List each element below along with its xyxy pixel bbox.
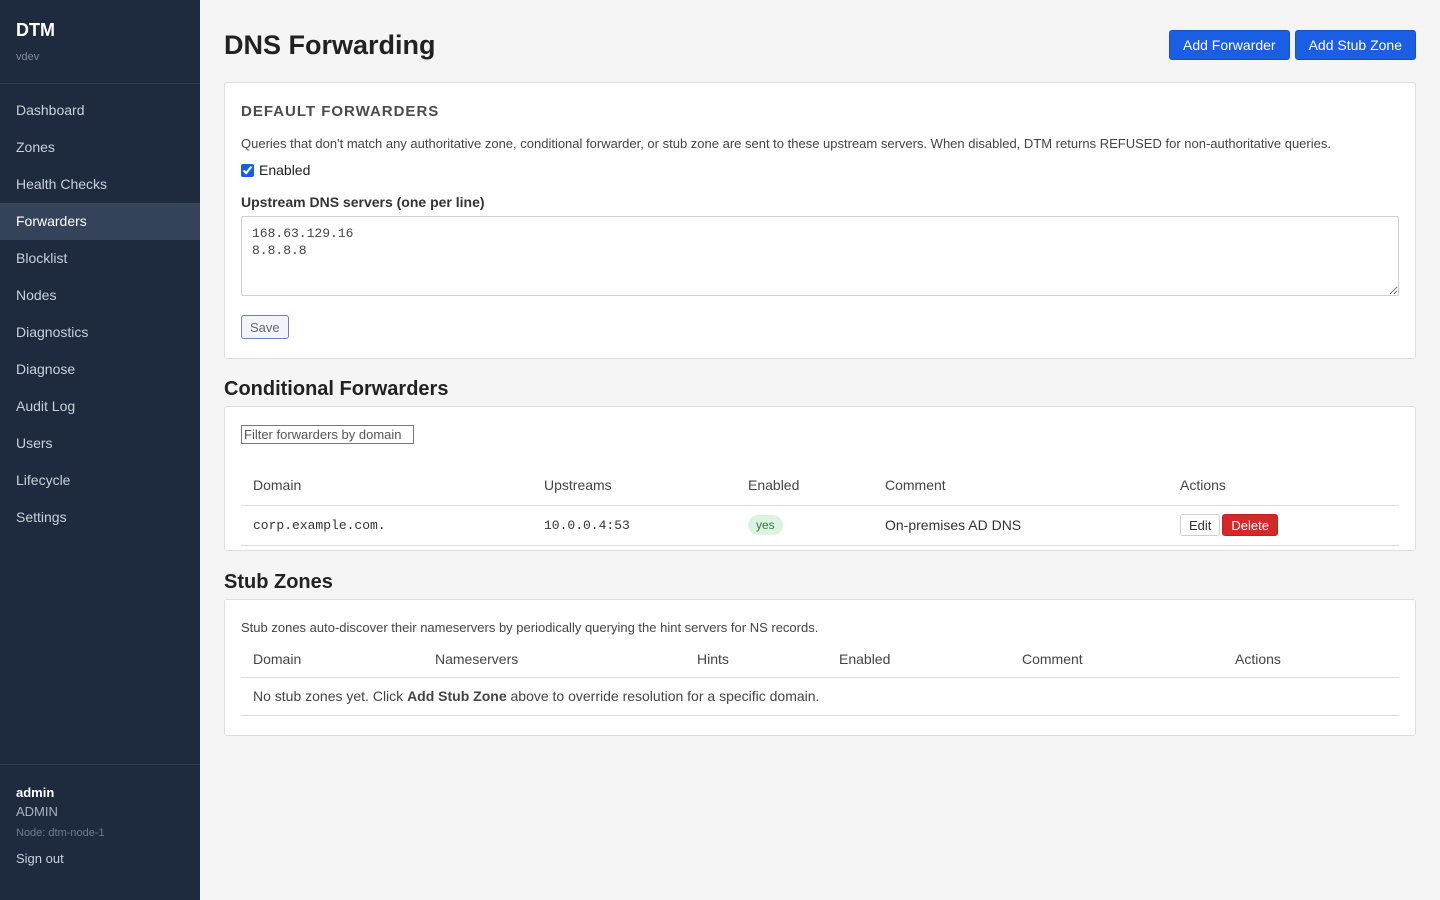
- column-enabled: Enabled: [736, 465, 873, 506]
- sidebar-item-audit-log[interactable]: Audit Log: [0, 388, 200, 425]
- save-button[interactable]: Save: [241, 315, 289, 339]
- sidebar-item-health-checks[interactable]: Health Checks: [0, 166, 200, 203]
- column-comment: Comment: [1010, 641, 1223, 678]
- table-header-row: Domain Nameservers Hints Enabled Comment…: [241, 641, 1399, 678]
- upstream-servers-textarea[interactable]: [241, 216, 1399, 296]
- forwarder-actions: Edit Delete: [1168, 505, 1399, 546]
- column-actions: Actions: [1223, 641, 1399, 678]
- sidebar-item-settings[interactable]: Settings: [0, 499, 200, 536]
- column-nameservers: Nameservers: [423, 641, 685, 678]
- default-forwarders-card: DEFAULT FORWARDERS Queries that don't ma…: [224, 82, 1416, 359]
- sidebar-item-dashboard[interactable]: Dashboard: [0, 92, 200, 129]
- sidebar-item-diagnostics[interactable]: Diagnostics: [0, 314, 200, 351]
- stub-empty-message: No stub zones yet. Click Add Stub Zone a…: [241, 677, 1399, 716]
- stub-zones-card: Stub zones auto-discover their nameserve…: [224, 599, 1416, 736]
- main-content: DNS Forwarding Add Forwarder Add Stub Zo…: [200, 0, 1440, 900]
- app-name: DTM: [16, 20, 55, 40]
- stub-zones-title: Stub Zones: [224, 571, 333, 593]
- column-enabled: Enabled: [827, 641, 1010, 678]
- table-header-row: Domain Upstreams Enabled Comment Actions: [241, 465, 1399, 506]
- empty-text-prefix: No stub zones yet. Click: [253, 688, 408, 704]
- add-stub-zone-button[interactable]: Add Stub Zone: [1294, 30, 1416, 60]
- default-forwarders-title: DEFAULT FORWARDERS: [241, 103, 440, 120]
- forwarder-domain: corp.example.com.: [241, 505, 532, 546]
- table-row: corp.example.com. 10.0.0.4:53 yes On-pre…: [241, 505, 1399, 546]
- empty-text-suffix: above to override resolution for a speci…: [506, 688, 820, 704]
- header-actions: Add Forwarder Add Stub Zone: [1169, 30, 1416, 60]
- status-badge: yes: [748, 515, 783, 535]
- stub-zones-table: Domain Nameservers Hints Enabled Comment…: [241, 641, 1399, 716]
- column-domain: Domain: [241, 465, 532, 506]
- column-comment: Comment: [873, 465, 1168, 506]
- sidebar: DTM vdev Dashboard Zones Health Checks F…: [0, 0, 200, 900]
- upstream-label: Upstream DNS servers (one per line): [241, 194, 485, 210]
- delete-button[interactable]: Delete: [1222, 514, 1278, 536]
- sidebar-item-nodes[interactable]: Nodes: [0, 277, 200, 314]
- enabled-label: Enabled: [259, 162, 311, 178]
- user-name: admin: [16, 785, 55, 800]
- add-forwarder-button[interactable]: Add Forwarder: [1169, 30, 1290, 60]
- sign-out-link[interactable]: Sign out: [16, 851, 64, 866]
- enabled-toggle-row[interactable]: Enabled: [241, 162, 1399, 178]
- brand: DTM vdev: [0, 0, 200, 84]
- user-panel: admin ADMIN Node: dtm-node-1 Sign out: [0, 764, 200, 900]
- sidebar-item-lifecycle[interactable]: Lifecycle: [0, 462, 200, 499]
- user-role: ADMIN: [16, 804, 58, 819]
- table-row: No stub zones yet. Click Add Stub Zone a…: [241, 677, 1399, 716]
- edit-button[interactable]: Edit: [1180, 514, 1221, 536]
- column-domain: Domain: [241, 641, 423, 678]
- sidebar-item-users[interactable]: Users: [0, 425, 200, 462]
- conditional-forwarders-card: Domain Upstreams Enabled Comment Actions…: [224, 406, 1416, 551]
- sidebar-item-zones[interactable]: Zones: [0, 129, 200, 166]
- sidebar-item-forwarders[interactable]: Forwarders: [0, 203, 200, 240]
- empty-text-strong: Add Stub Zone: [407, 688, 507, 704]
- column-hints: Hints: [685, 641, 827, 678]
- forwarder-upstreams: 10.0.0.4:53: [532, 505, 736, 546]
- conditional-forwarders-table: Domain Upstreams Enabled Comment Actions…: [241, 465, 1399, 546]
- conditional-forwarders-title: Conditional Forwarders: [224, 378, 449, 400]
- filter-forwarders-input[interactable]: [241, 425, 414, 444]
- stub-zones-description: Stub zones auto-discover their nameserve…: [241, 620, 819, 635]
- default-forwarders-description: Queries that don't match any authoritati…: [241, 136, 1331, 151]
- forwarder-enabled-cell: yes: [736, 505, 873, 546]
- column-upstreams: Upstreams: [532, 465, 736, 506]
- page-title: DNS Forwarding: [224, 30, 436, 60]
- sidebar-item-diagnose[interactable]: Diagnose: [0, 351, 200, 388]
- user-node: Node: dtm-node-1: [16, 827, 105, 839]
- column-actions: Actions: [1168, 465, 1399, 506]
- enabled-checkbox[interactable]: [241, 163, 254, 177]
- app-version: vdev: [16, 51, 40, 63]
- sidebar-nav: Dashboard Zones Health Checks Forwarders…: [0, 84, 200, 536]
- sidebar-item-blocklist[interactable]: Blocklist: [0, 240, 200, 277]
- forwarder-comment: On-premises AD DNS: [873, 505, 1168, 546]
